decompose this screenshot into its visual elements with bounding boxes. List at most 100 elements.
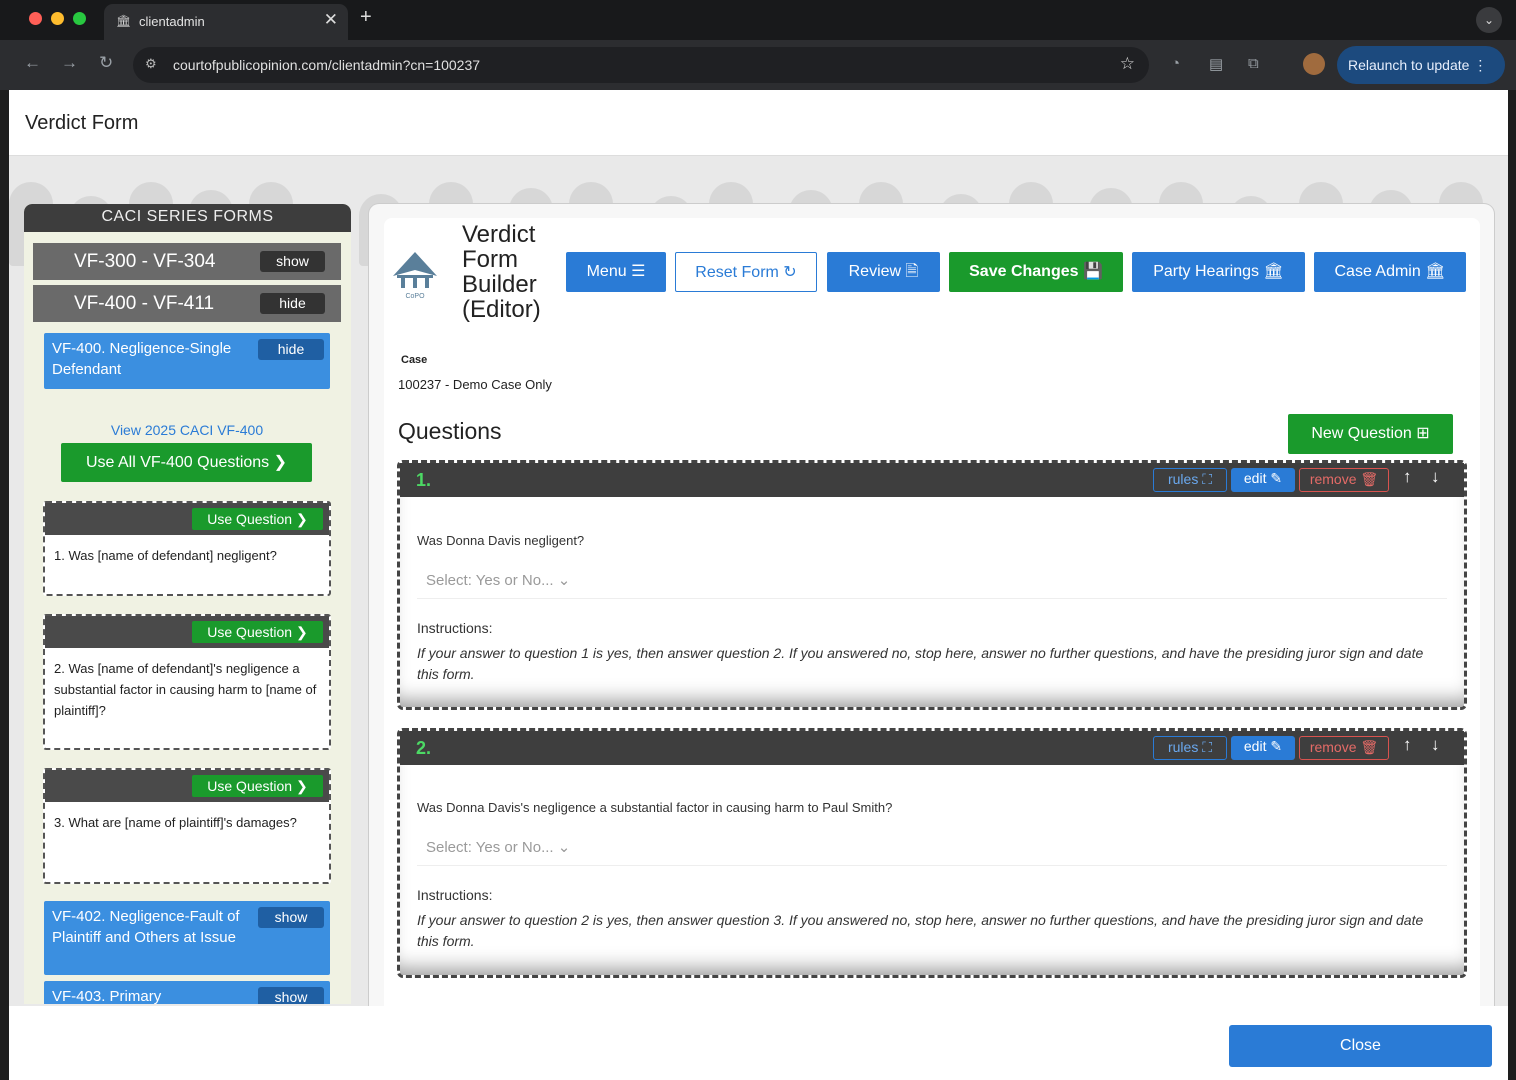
group-toggle-button[interactable]: show: [260, 251, 325, 272]
case-label: Case: [401, 354, 428, 366]
group-vf-300[interactable]: VF-300 - VF-304 show: [33, 243, 341, 280]
question-number: 1.: [416, 470, 432, 490]
question-card-text: 1. Was [name of defendant] negligent?: [54, 548, 277, 563]
builder-panel: CoPO Verdict Form Builder (Editor) Menu …: [384, 218, 1480, 1080]
form-label: VF-402. Negligence-Fault of Plaintiff an…: [52, 908, 240, 946]
tab-strip: 🏛 clientadmin ✕ + ⌄: [0, 0, 1516, 40]
tab-title: clientadmin: [139, 14, 205, 29]
minimize-window-button[interactable]: [51, 12, 64, 25]
answer-select[interactable]: Select: Yes or No... ⌄: [417, 830, 1447, 866]
question-toolbar: 2. rules ⛶ edit ✎ remove 🗑 ↑ ↓: [400, 731, 1464, 765]
forward-icon[interactable]: →: [61, 53, 78, 73]
save-changes-button[interactable]: Save Changes 💾: [949, 252, 1123, 292]
answer-select[interactable]: Select: Yes or No... ⌄: [417, 563, 1447, 599]
question-card-header: Use Question ❯: [45, 503, 329, 535]
use-all-questions-button[interactable]: Use All VF-400 Questions ❯: [61, 443, 312, 482]
question-toolbar: 1. rules ⛶ edit ✎ remove 🗑 ↑ ↓: [400, 463, 1464, 497]
question-card-text: 3. What are [name of plaintiff]'s damage…: [54, 815, 297, 830]
builder-container: CoPO Verdict Form Builder (Editor) Menu …: [369, 204, 1494, 1080]
use-question-button[interactable]: Use Question ❯: [192, 775, 323, 797]
reset-form-button[interactable]: Reset Form ↻: [675, 252, 817, 292]
form-label: VF-400. Negligence-Single Defendant: [52, 340, 232, 378]
instructions-text: If your answer to question 2 is yes, the…: [417, 912, 1424, 949]
form-label: VF-403. Primary: [52, 988, 162, 1004]
question-item: 2. rules ⛶ edit ✎ remove 🗑 ↑ ↓ Was Donna…: [397, 728, 1467, 978]
edit-button[interactable]: edit ✎: [1231, 736, 1295, 760]
logo-text: CoPO: [405, 293, 425, 300]
back-icon[interactable]: ←: [24, 53, 41, 73]
question-card-header: Use Question ❯: [45, 770, 329, 802]
rules-button[interactable]: rules ⛶: [1153, 736, 1227, 760]
question-text: Was Donna Davis's negligence a substanti…: [417, 800, 893, 815]
maximize-window-button[interactable]: [73, 12, 86, 25]
page-header: Verdict Form: [9, 90, 1508, 156]
move-up-icon[interactable]: ↑: [1403, 735, 1412, 755]
form-vf-403[interactable]: VF-403. Primary show: [44, 981, 330, 1004]
review-button[interactable]: Review 🗎: [827, 252, 940, 292]
question-text: Was Donna Davis negligent?: [417, 533, 585, 548]
tab-search-icon[interactable]: ⌄: [1476, 7, 1502, 33]
group-label: VF-300 - VF-304: [74, 251, 216, 272]
browser-chrome: 🏛 clientadmin ✕ + ⌄ ← → ↻ ⚙ courtofpubli…: [0, 0, 1516, 90]
close-window-button[interactable]: [29, 12, 42, 25]
view-caci-link[interactable]: View 2025 CACI VF-400: [44, 422, 330, 438]
menu-button[interactable]: Menu ☰: [566, 252, 666, 292]
url-text[interactable]: courtofpublicopinion.com/clientadmin?cn=…: [173, 57, 480, 73]
browser-toolbar: ← → ↻ ⚙ courtofpublicopinion.com/clienta…: [0, 40, 1516, 90]
caci-sidebar: CACI SERIES FORMS VF-300 - VF-304 show V…: [24, 204, 351, 1004]
printer-icon[interactable]: ▤: [1209, 55, 1223, 73]
questions-heading: Questions: [398, 418, 502, 444]
group-label: VF-400 - VF-411: [74, 293, 215, 314]
builder-title: Verdict Form Builder (Editor): [462, 221, 541, 323]
relaunch-button[interactable]: Relaunch to update ⋮: [1337, 46, 1505, 84]
reload-icon[interactable]: ↻: [99, 53, 113, 73]
remove-button[interactable]: remove 🗑: [1299, 736, 1389, 760]
question-item: 1. rules ⛶ edit ✎ remove 🗑 ↑ ↓ Was Donna…: [397, 460, 1467, 710]
site-info-icon[interactable]: ⚙: [145, 56, 157, 72]
question-card-header: Use Question ❯: [45, 616, 329, 648]
edit-button[interactable]: edit ✎: [1231, 468, 1295, 492]
close-button[interactable]: Close: [1229, 1025, 1492, 1067]
browser-tab[interactable]: 🏛 clientadmin ✕: [104, 4, 348, 40]
relaunch-label: Relaunch to update: [1348, 57, 1470, 73]
form-toggle-button[interactable]: hide: [258, 339, 324, 360]
form-toggle-button[interactable]: show: [258, 987, 324, 1004]
page-title: Verdict Form: [25, 112, 139, 134]
question-card: Use Question ❯ 3. What are [name of plai…: [43, 768, 331, 884]
courthouse-icon: 🏛: [116, 14, 132, 28]
rules-button[interactable]: rules ⛶: [1153, 468, 1227, 492]
extension-icon[interactable]: ◔: [1171, 55, 1180, 72]
modal-footer: Close: [9, 1006, 1508, 1080]
form-vf-402[interactable]: VF-402. Negligence-Fault of Plaintiff an…: [44, 901, 330, 975]
party-hearings-button[interactable]: Party Hearings 🏛: [1132, 252, 1305, 292]
group-vf-400[interactable]: VF-400 - VF-411 hide: [33, 285, 341, 322]
new-tab-button[interactable]: +: [360, 6, 372, 29]
case-admin-button[interactable]: Case Admin 🏛: [1314, 252, 1466, 292]
case-value: 100237 - Demo Case Only: [398, 377, 552, 392]
instructions-text: If your answer to question 1 is yes, the…: [417, 645, 1424, 682]
copo-logo-icon: CoPO: [393, 252, 437, 300]
bookmark-star-icon[interactable]: ☆: [1120, 54, 1135, 74]
move-down-icon[interactable]: ↓: [1431, 467, 1440, 487]
move-down-icon[interactable]: ↓: [1431, 735, 1440, 755]
puzzle-icon[interactable]: ⧉: [1248, 55, 1259, 72]
instructions-label: Instructions:: [417, 887, 493, 903]
window-controls: [29, 12, 86, 25]
instructions-label: Instructions:: [417, 620, 493, 636]
use-question-button[interactable]: Use Question ❯: [192, 621, 323, 643]
question-card: Use Question ❯ 1. Was [name of defendant…: [43, 501, 331, 596]
more-menu-icon: ⋮: [1473, 57, 1488, 73]
new-question-button[interactable]: New Question ⊞: [1288, 414, 1453, 454]
form-toggle-button[interactable]: show: [258, 907, 324, 928]
address-bar[interactable]: ⚙ courtofpublicopinion.com/clientadmin?c…: [133, 47, 1149, 83]
remove-button[interactable]: remove 🗑: [1299, 468, 1389, 492]
sidebar-title: CACI SERIES FORMS: [24, 204, 351, 232]
question-number: 2.: [416, 738, 432, 758]
profile-avatar[interactable]: [1303, 53, 1325, 75]
tab-close-icon[interactable]: ✕: [324, 10, 338, 30]
move-up-icon[interactable]: ↑: [1403, 467, 1412, 487]
question-card: Use Question ❯ 2. Was [name of defendant…: [43, 614, 331, 750]
group-toggle-button[interactable]: hide: [260, 293, 325, 314]
form-vf-400[interactable]: VF-400. Negligence-Single Defendant hide: [44, 333, 330, 389]
use-question-button[interactable]: Use Question ❯: [192, 508, 323, 530]
